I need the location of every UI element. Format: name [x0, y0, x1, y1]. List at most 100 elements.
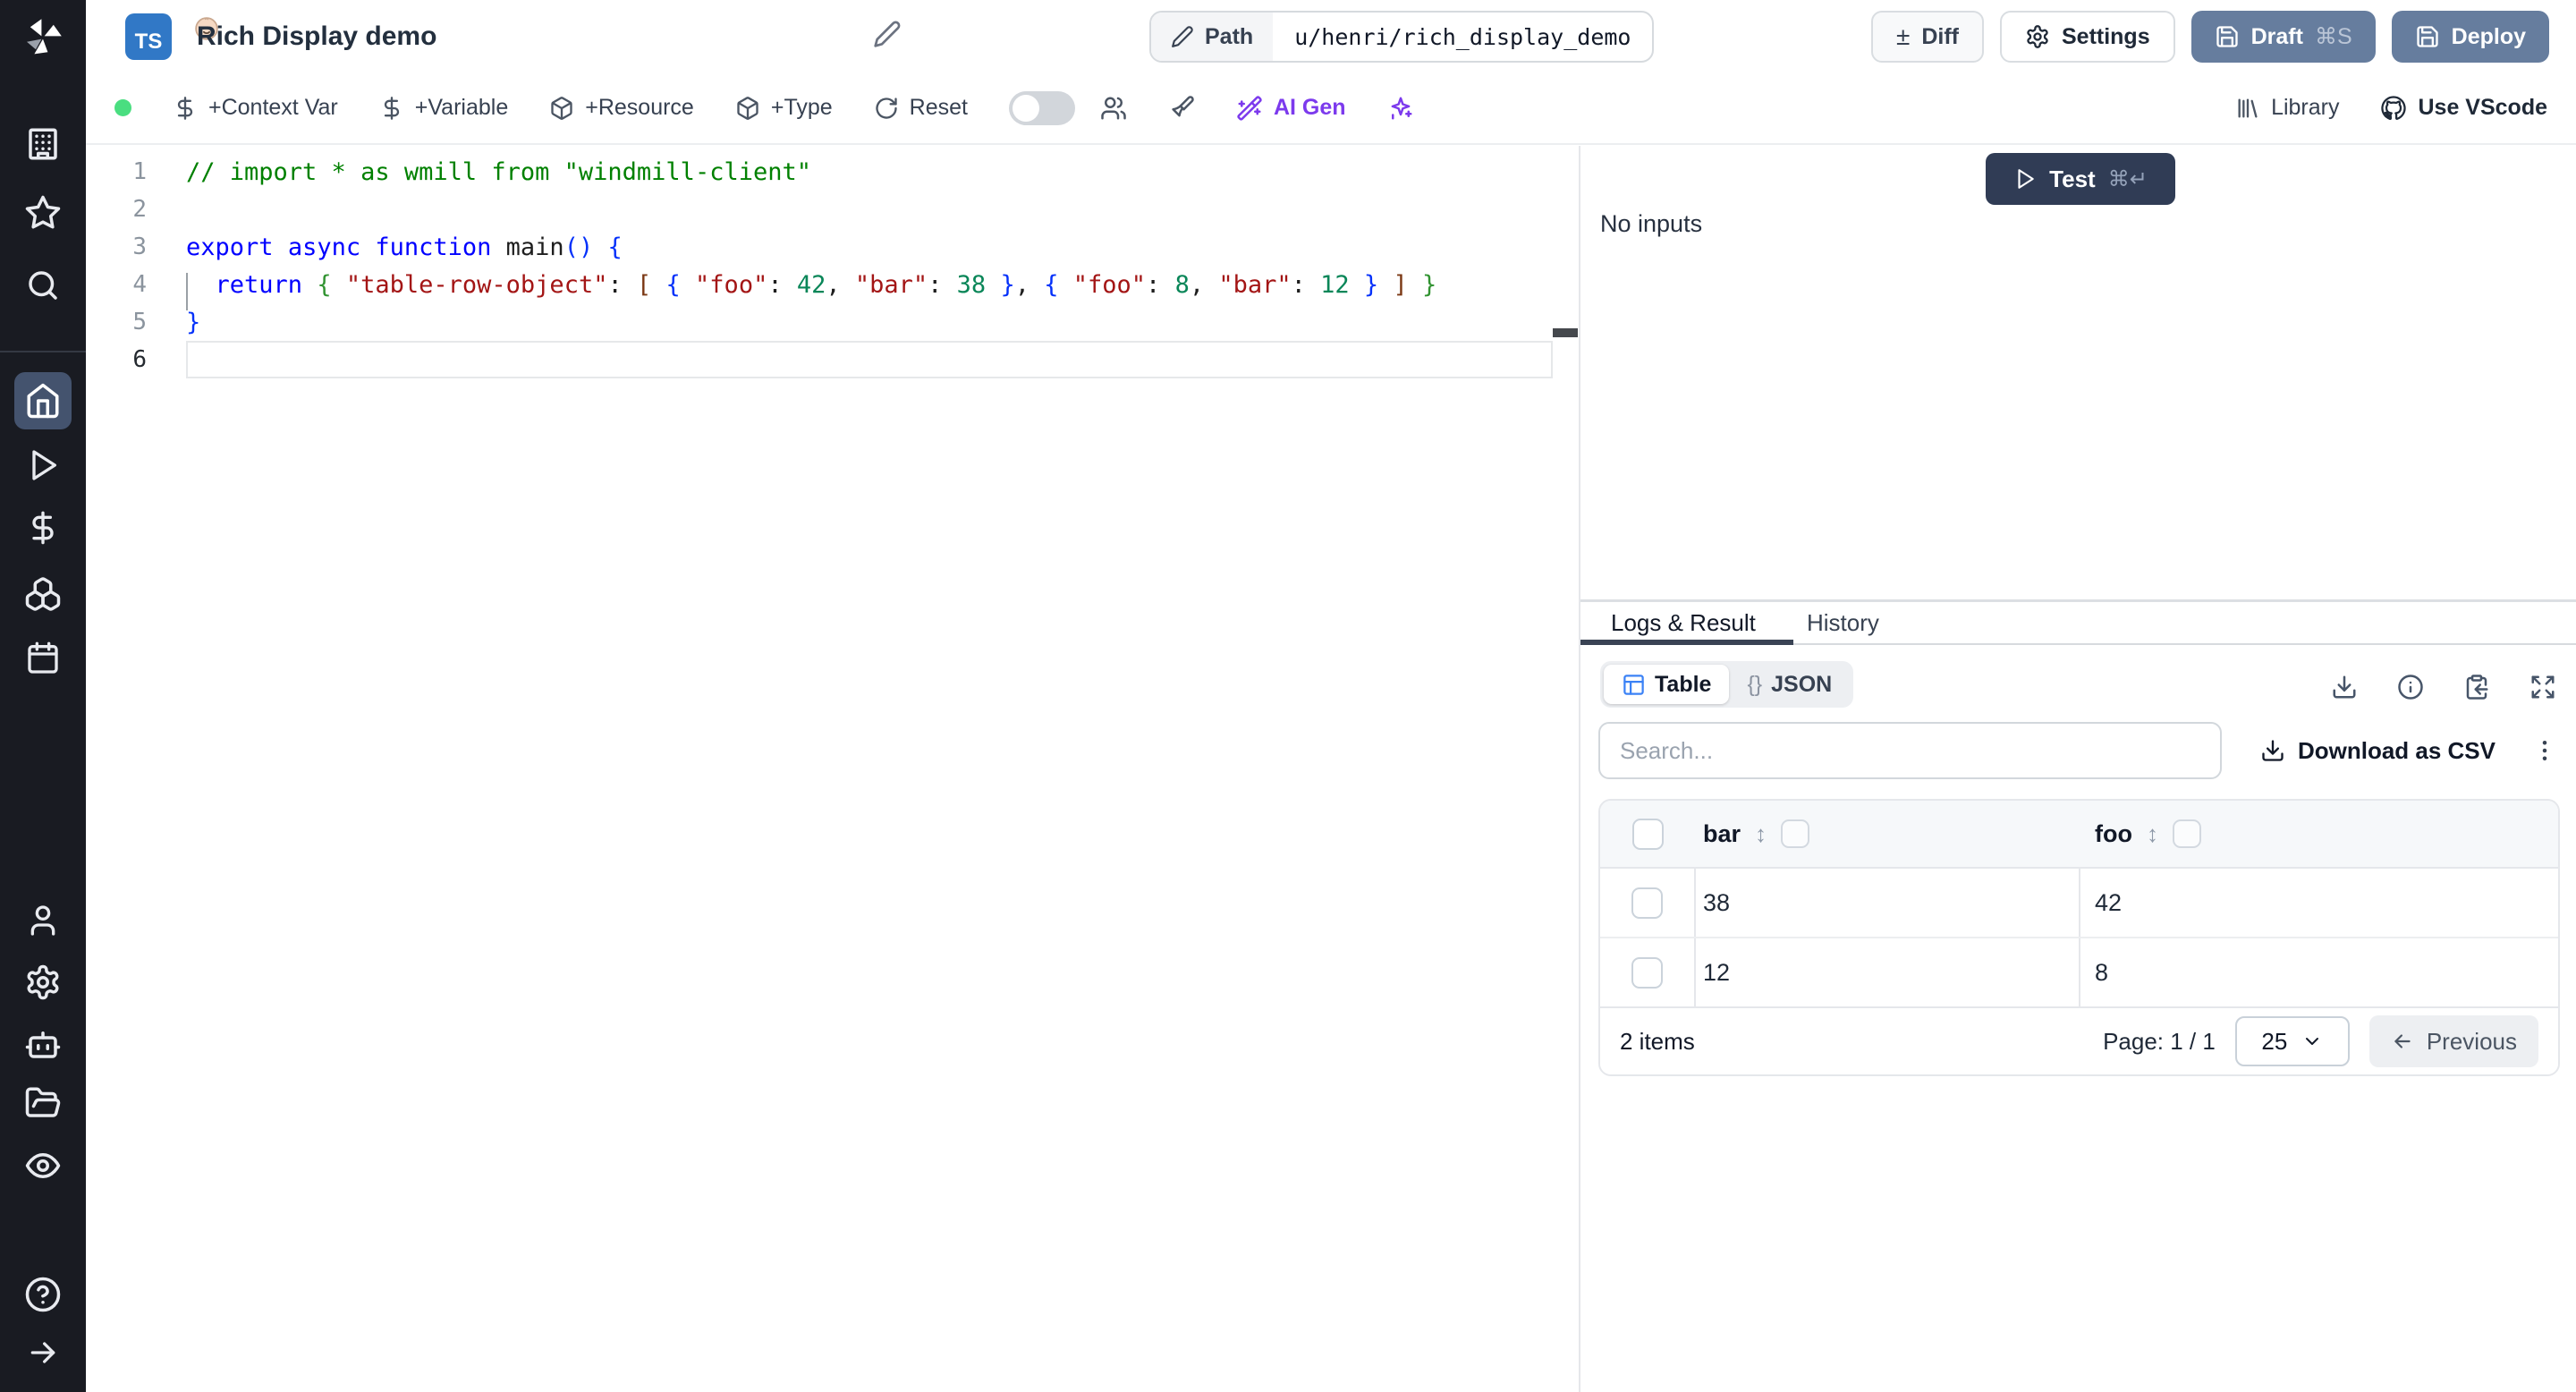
column-header-bar[interactable]: bar [1703, 820, 1741, 848]
test-button-label: Test [2049, 165, 2096, 192]
sidebar-item-home[interactable] [14, 372, 72, 429]
draft-button[interactable]: Draft ⌘S [2190, 11, 2376, 63]
column-toggle-box[interactable] [2172, 819, 2201, 848]
sort-icon[interactable]: ↕ [1755, 820, 1767, 848]
sidebar-item-workers[interactable] [0, 1025, 86, 1063]
user-icon [30, 905, 55, 936]
result-info-button[interactable] [2397, 674, 2424, 700]
gear-icon [2027, 25, 2048, 48]
sidebar-item-workspace[interactable] [0, 125, 86, 163]
line-number: 1 [132, 158, 147, 185]
code-editor[interactable]: 1// import * as wmill from "windmill-cli… [86, 146, 1579, 1392]
sidebar-item-favorites[interactable] [0, 194, 86, 232]
settings-button[interactable]: Settings [1999, 11, 2175, 63]
table-footer: 2 items Page: 1 / 1 25 Previous [1600, 1008, 2558, 1074]
format-code-button[interactable] [1168, 95, 1195, 122]
page-title: Rich Display demo [197, 21, 437, 51]
sidebar-item-user[interactable] [0, 903, 86, 938]
sidebar-item-schedules[interactable] [0, 641, 86, 676]
diff-button-label: Diff [1921, 23, 1959, 49]
sidebar-item-runs[interactable] [0, 447, 86, 483]
home-icon [27, 383, 59, 419]
ai-sparkles-button[interactable] [1387, 95, 1414, 122]
draft-shortcut: ⌘S [2314, 24, 2352, 49]
play-icon [32, 450, 56, 480]
previous-page-button[interactable]: Previous [2368, 1015, 2538, 1067]
expand-result-button[interactable] [2529, 674, 2556, 700]
sort-icon[interactable]: ↕ [2147, 820, 2158, 848]
package-icon [551, 96, 572, 120]
code-line[interactable]: 3 export async function main() { [86, 228, 1579, 266]
select-all-checkbox[interactable] [1632, 818, 1664, 850]
code-line[interactable]: 4 return { "table-row-object": [ { "foo"… [86, 266, 1579, 303]
column-toggle-box[interactable] [1781, 819, 1810, 848]
download-csv-button[interactable]: Download as CSV [2260, 737, 2496, 765]
previous-label: Previous [2426, 1027, 2517, 1055]
github-icon [2381, 95, 2407, 120]
diff-button[interactable]: ± Diff [1870, 11, 1984, 63]
folder-open-icon [25, 1087, 61, 1117]
bot-icon [25, 1031, 61, 1058]
sidebar-item-help[interactable] [0, 1276, 86, 1313]
copy-result-button[interactable] [2463, 674, 2490, 700]
add-context-var-button[interactable]: +Context Var [173, 95, 338, 121]
add-resource-button[interactable]: +Resource [549, 95, 694, 121]
pencil-icon [1172, 26, 1193, 47]
tab-logs-result[interactable]: Logs & Result [1611, 602, 1756, 643]
collab-toggle[interactable] [1008, 90, 1075, 125]
windmill-logo[interactable] [0, 16, 86, 59]
code-line[interactable]: 1// import * as wmill from "windmill-cli… [86, 153, 1579, 191]
code-line[interactable]: 6 [86, 341, 1579, 378]
dollar-icon [177, 96, 193, 120]
table-row[interactable]: 38 42 [1600, 869, 2558, 938]
library-button[interactable]: Library [2235, 95, 2339, 121]
users-icon [1101, 97, 1126, 119]
ai-gen-button[interactable]: AI Gen [1236, 95, 1346, 122]
test-button[interactable]: Test ⌘↵ [1986, 153, 2175, 205]
code-line[interactable]: 2 [86, 191, 1579, 228]
script-path-field[interactable]: Path u/henri/rich_display_demo [1149, 11, 1655, 63]
header-actions: ± Diff Settings Draft ⌘S Deploy [1870, 11, 2549, 63]
magic-wand-icon [1237, 95, 1262, 121]
download-result-button[interactable] [2331, 674, 2358, 700]
code-lines: 1// import * as wmill from "windmill-cli… [86, 153, 1579, 378]
sidebar-item-resources[interactable] [0, 575, 86, 613]
view-table-button[interactable]: Table [1604, 665, 1730, 704]
toggle-knob [1012, 94, 1039, 122]
add-type-button[interactable]: +Type [735, 95, 833, 121]
tab-history[interactable]: History [1807, 602, 1879, 643]
row-checkbox[interactable] [1631, 956, 1663, 989]
windmill-logo-icon [27, 19, 62, 55]
add-resource-label: +Resource [585, 95, 694, 120]
sidebar-item-audit-logs[interactable] [0, 1147, 86, 1184]
cell-value: 8 [2095, 958, 2109, 986]
view-json-button[interactable]: {} JSON [1729, 665, 1850, 704]
table-row[interactable]: 12 8 [1600, 938, 2558, 1008]
sidebar-item-variables[interactable] [0, 510, 86, 546]
add-variable-button[interactable]: +Variable [379, 95, 508, 121]
sidebar-divider [0, 351, 86, 352]
overview-ruler-mark [1553, 328, 1578, 337]
rotate-cw-icon [876, 97, 897, 119]
sidebar-item-search[interactable] [0, 267, 86, 304]
typescript-badge: TS [125, 13, 218, 60]
cell-value: 38 [1703, 888, 1731, 916]
column-header-foo[interactable]: foo [2095, 820, 2132, 848]
code-line[interactable]: 5} [86, 303, 1579, 341]
sidebar-expand-button[interactable] [0, 1335, 86, 1371]
page-size-select[interactable]: 25 [2234, 1016, 2350, 1066]
clipboard-copy-icon [2466, 675, 2488, 700]
search-input[interactable] [1598, 722, 2222, 779]
sidebar-item-folders[interactable] [0, 1084, 86, 1122]
edit-title-button[interactable] [873, 20, 902, 48]
sidebar-item-settings[interactable] [0, 963, 86, 1001]
deploy-button[interactable]: Deploy [2391, 11, 2549, 63]
multiplayer-button[interactable] [1100, 95, 1127, 122]
row-checkbox[interactable] [1631, 887, 1663, 919]
paintbrush-icon [1172, 95, 1194, 116]
path-label-segment: Path [1151, 13, 1274, 61]
use-vscode-button[interactable]: Use VScode [2380, 95, 2547, 122]
add-type-label: +Type [770, 95, 833, 120]
reset-button[interactable]: Reset [874, 95, 968, 121]
table-menu-button[interactable] [2531, 737, 2558, 764]
